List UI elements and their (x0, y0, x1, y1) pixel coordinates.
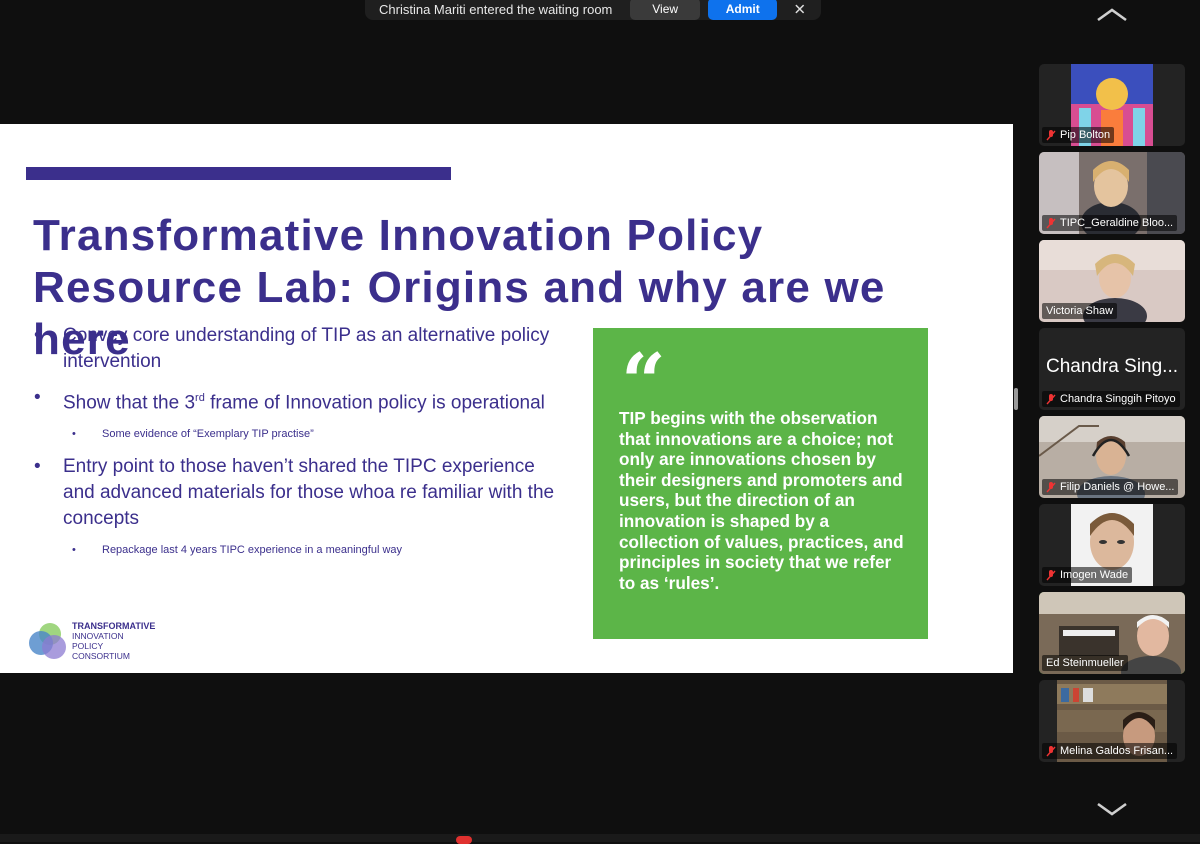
participant-name: Ed Steinmueller (1042, 655, 1128, 671)
muted-mic-icon (1046, 129, 1056, 140)
meeting-toolbar (0, 834, 1200, 844)
muted-mic-icon (1046, 569, 1056, 580)
participant-name: Chandra Singgih Pitoyo (1042, 391, 1180, 407)
bullet-item: Convey core understanding of TIP as an a… (34, 323, 564, 375)
participant-name: Melina Galdos Frisan... (1042, 743, 1178, 759)
sub-bullet-item: Some evidence of “Exemplary TIP practise… (34, 426, 564, 442)
participant-tile-pip-bolton[interactable]: Pip Bolton (1039, 64, 1185, 146)
participant-display-name: Chandra Sing... (1045, 356, 1179, 377)
muted-mic-icon (1046, 217, 1056, 228)
bullet-item: Entry point to those haven’t shared the … (34, 454, 564, 532)
scroll-up-chevron-icon[interactable] (1094, 6, 1130, 24)
participant-tile-chandra[interactable]: Chandra Sing... Chandra Singgih Pitoyo (1039, 328, 1185, 410)
logo-line: INNOVATION (72, 631, 124, 641)
superscript: rd (195, 392, 205, 404)
participant-name-text: Melina Galdos Frisan... (1060, 745, 1174, 757)
participant-name-text: Ed Steinmueller (1046, 657, 1124, 669)
title-accent-bar (26, 167, 451, 180)
muted-mic-icon (1046, 745, 1056, 756)
shared-slide: Transformative Innovation Policy Resourc… (0, 124, 1013, 673)
participant-tile-filip-daniels[interactable]: Filip Daniels @ Howe... (1039, 416, 1185, 498)
participant-name-text: Filip Daniels @ Howe... (1060, 481, 1175, 493)
scroll-down-chevron-icon[interactable] (1094, 800, 1130, 818)
bullet-list: Convey core understanding of TIP as an a… (34, 323, 564, 570)
quote-text: TIP begins with the observation that inn… (619, 408, 904, 593)
participant-name: Pip Bolton (1042, 127, 1115, 143)
splitter-handle[interactable] (1014, 388, 1018, 410)
participant-tile-geraldine[interactable]: TIPC_Geraldine Bloo... (1039, 152, 1185, 234)
participant-tile-melina[interactable]: Melina Galdos Frisan... (1039, 680, 1185, 762)
participant-tile-victoria-shaw[interactable]: Victoria Shaw (1039, 240, 1185, 322)
participant-name-text: Chandra Singgih Pitoyo (1060, 393, 1176, 405)
participant-name: Victoria Shaw (1042, 303, 1118, 319)
bullet-text: Show that the 3 (63, 392, 196, 414)
bullet-text: frame of Innovation policy is operationa… (204, 392, 545, 414)
participant-name: TIPC_Geraldine Bloo... (1042, 215, 1178, 231)
bullet-item: Show that the 3rd frame of Innovation po… (34, 385, 564, 416)
sub-bullet-item: Repackage last 4 years TIPC experience i… (34, 542, 564, 558)
logo-line: TRANSFORMATIVE (72, 621, 156, 631)
view-button[interactable]: View (630, 0, 700, 20)
participant-tile-imogen-wade[interactable]: Imogen Wade (1039, 504, 1185, 586)
participants-count-badge[interactable] (456, 836, 472, 844)
participant-name-text: Victoria Shaw (1046, 305, 1114, 317)
participant-name: Imogen Wade (1042, 567, 1133, 583)
tipc-logo-icon (29, 623, 66, 659)
close-icon[interactable] (793, 2, 807, 16)
participant-name-text: Pip Bolton (1060, 129, 1111, 141)
notification-message: Christina Mariti entered the waiting roo… (379, 1, 613, 17)
muted-mic-icon (1046, 393, 1056, 404)
muted-mic-icon (1046, 481, 1056, 492)
tipc-logo: TRANSFORMATIVE INNOVATION POLICY CONSORT… (26, 619, 155, 663)
quote-box: “ TIP begins with the observation that i… (593, 328, 928, 639)
participant-tile-ed-steinmueller[interactable]: Ed Steinmueller (1039, 592, 1185, 674)
participant-name-text: TIPC_Geraldine Bloo... (1060, 217, 1174, 229)
participant-name: Filip Daniels @ Howe... (1042, 479, 1179, 495)
logo-line: CONSORTIUM (72, 651, 130, 661)
admit-button[interactable]: Admit (707, 0, 778, 20)
waiting-room-notification: Christina Mariti entered the waiting roo… (365, 0, 821, 20)
participant-name-text: Imogen Wade (1060, 569, 1129, 581)
logo-line: POLICY (72, 641, 104, 651)
